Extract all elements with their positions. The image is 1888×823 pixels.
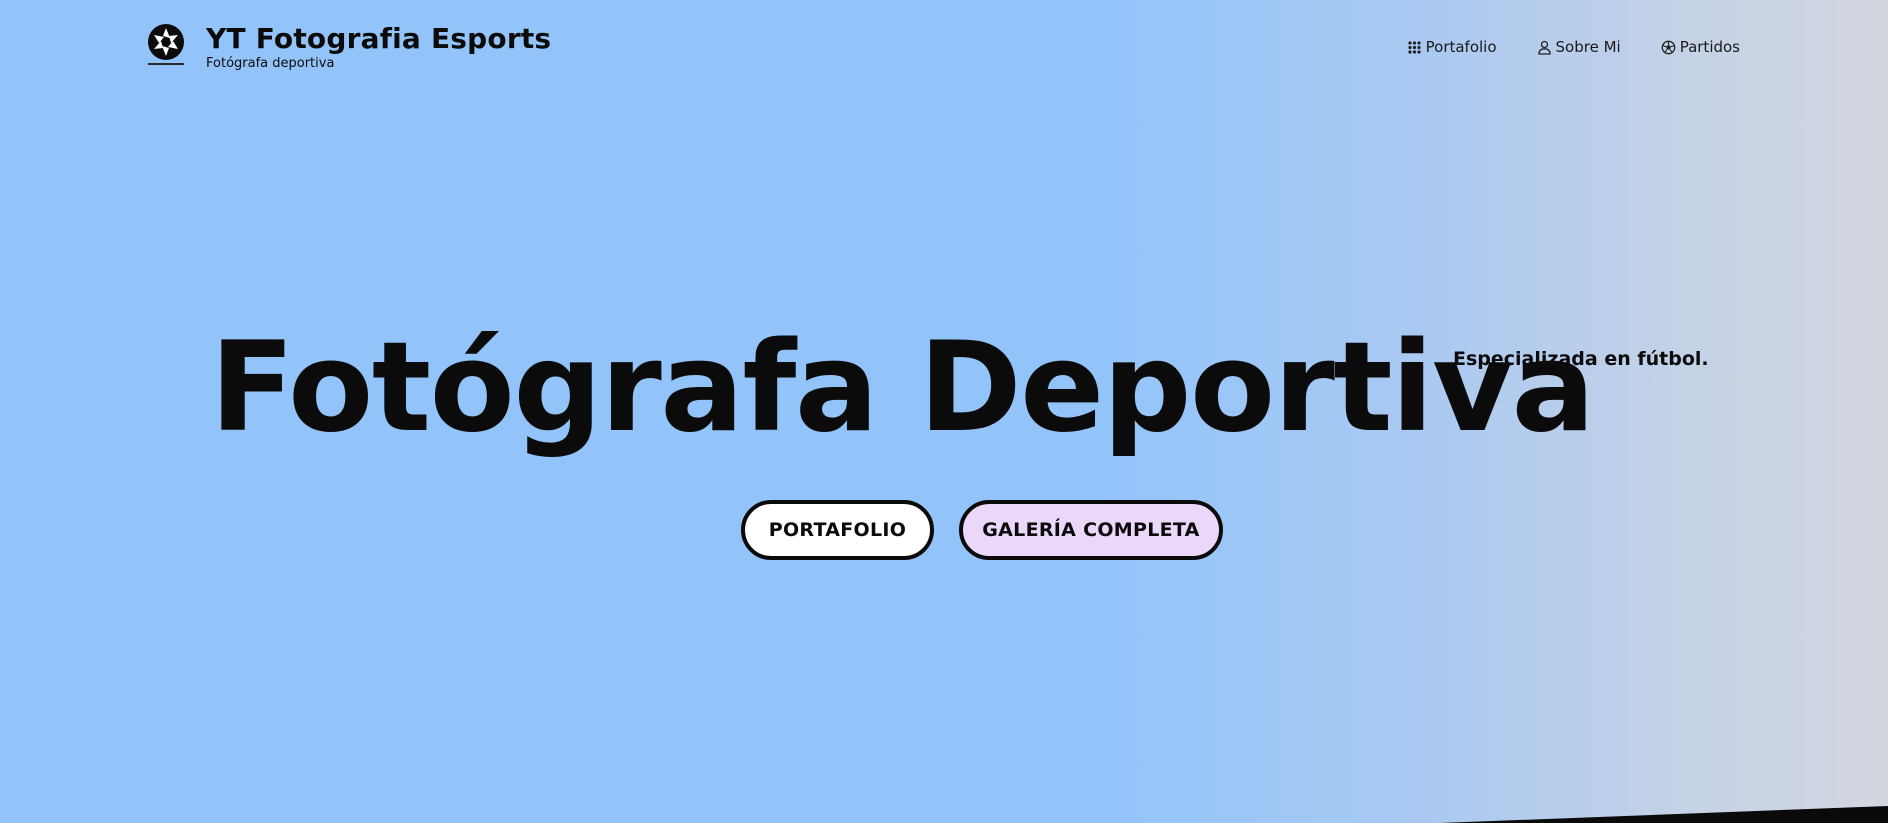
- hero-tagline: Especializada en fútbol.: [1453, 348, 1709, 370]
- nav-item-sobre-mi[interactable]: Sobre Mi: [1537, 38, 1621, 56]
- site-header: YT Fotografia Esports Fotógrafa deportiv…: [0, 0, 1888, 96]
- main-nav: Portafolio Sobre Mi Partidos: [1407, 38, 1740, 56]
- nav-item-partidos[interactable]: Partidos: [1661, 38, 1740, 56]
- nav-label: Partidos: [1679, 38, 1740, 56]
- nav-label: Portafolio: [1425, 38, 1497, 56]
- grid-icon: [1407, 40, 1422, 55]
- site-subtitle: Fotógrafa deportiva: [206, 56, 335, 71]
- hero-title: Fotógrafa Deportiva: [210, 316, 1595, 460]
- camera-aperture-icon[interactable]: [146, 22, 186, 70]
- nav-item-portafolio[interactable]: Portafolio: [1407, 38, 1497, 56]
- portafolio-button[interactable]: PORTAFOLIO: [741, 500, 934, 560]
- brand[interactable]: YT Fotografia Esports Fotógrafa deportiv…: [146, 22, 551, 72]
- galeria-completa-button[interactable]: GALERÍA COMPLETA: [959, 500, 1223, 560]
- nav-label: Sobre Mi: [1555, 38, 1621, 56]
- person-icon: [1537, 40, 1552, 55]
- site-title[interactable]: YT Fotografia Esports: [206, 22, 551, 56]
- soccer-ball-icon: [1661, 40, 1676, 55]
